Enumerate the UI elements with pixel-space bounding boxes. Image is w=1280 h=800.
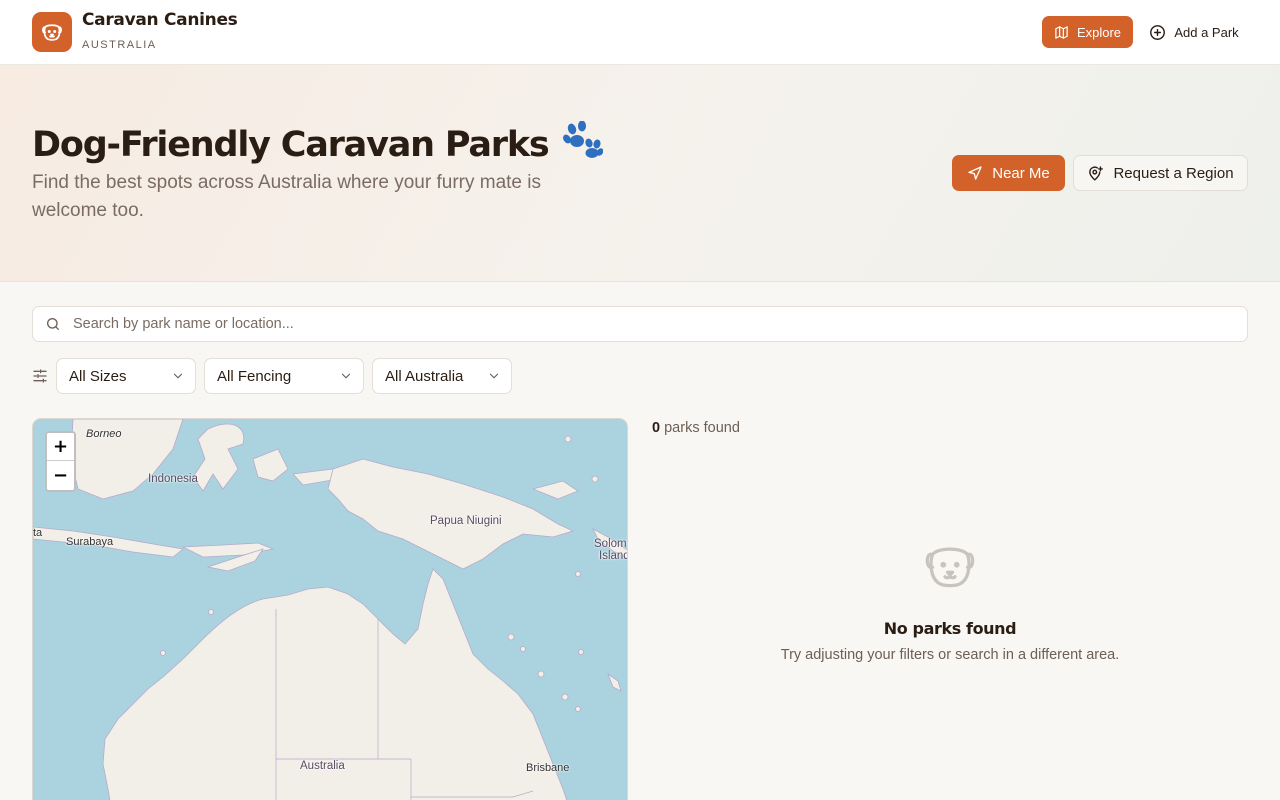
empty-state-subtitle: Try adjusting your filters or search in … — [780, 647, 1120, 663]
near-me-button[interactable]: Near Me — [952, 155, 1065, 191]
app-header: Caravan Canines AUSTRALIA Explore Add a … — [0, 0, 1280, 65]
size-filter-select[interactable]: All Sizes — [56, 358, 196, 394]
results-count-suffix: parks found — [664, 420, 740, 436]
empty-state-title: No parks found — [883, 619, 1017, 638]
request-region-label: Request a Region — [1113, 164, 1234, 182]
paw-icon — [562, 120, 603, 168]
explore-label: Explore — [1076, 24, 1122, 40]
chevron-down-icon — [489, 373, 499, 379]
map-label-surabaya: Surabaya — [66, 536, 114, 548]
hero-section: Dog-Friendly Caravan Parks Find the best… — [0, 65, 1280, 282]
island — [520, 646, 526, 652]
map-label-indonesia: Indonesia — [148, 473, 198, 485]
request-region-button[interactable]: Request a Region — [1073, 155, 1248, 191]
dog-face-icon — [925, 547, 975, 588]
search-icon — [47, 318, 59, 330]
map-label-brisbane: Brisbane — [526, 762, 570, 774]
map-label-solomon-1: Solom — [594, 538, 627, 550]
map-icon — [1055, 25, 1068, 39]
zoom-in-button[interactable]: + — [47, 433, 74, 461]
chevron-down-icon — [173, 373, 183, 379]
island — [575, 706, 581, 712]
island — [208, 609, 214, 615]
map-label-ta: ta — [33, 527, 43, 539]
map-view[interactable]: + − Borneo Indonesia Papua Niugini Surab… — [32, 418, 628, 800]
island — [537, 670, 545, 678]
page-title: Dog-Friendly Caravan Parks — [32, 120, 603, 168]
add-park-label: Add a Park — [1174, 24, 1239, 40]
search-input[interactable] — [73, 308, 1233, 340]
map-tiles[interactable] — [33, 419, 628, 800]
island — [575, 571, 581, 577]
map-label-borneo: Borneo — [86, 428, 122, 440]
island — [561, 693, 569, 701]
logo[interactable] — [32, 12, 72, 52]
near-me-label: Near Me — [992, 164, 1050, 182]
zoom-control: + − — [45, 431, 76, 492]
zoom-out-button[interactable]: − — [47, 462, 74, 490]
region-filter-select[interactable]: All Australia — [372, 358, 512, 394]
island — [564, 435, 572, 443]
chevron-down-icon — [341, 373, 351, 379]
island — [591, 475, 599, 483]
landmass-new-britain — [531, 480, 579, 500]
results-count-number: 0 — [652, 420, 661, 436]
island — [578, 649, 584, 655]
fencing-filter-select[interactable]: All Fencing — [204, 358, 364, 394]
add-park-button[interactable]: Add a Park — [1141, 16, 1247, 48]
explore-button[interactable]: Explore — [1042, 16, 1133, 48]
sliders-icon — [33, 369, 47, 383]
page-subtitle: Find the best spots across Australia whe… — [32, 172, 541, 221]
fencing-filter-value: All Fencing — [217, 368, 292, 385]
brand-subtitle: AUSTRALIA — [82, 39, 157, 51]
navigation-icon — [968, 166, 982, 180]
map-pin-plus-icon — [1089, 165, 1104, 181]
region-filter-value: All Australia — [385, 368, 464, 385]
map-label-papua: Papua Niugini — [430, 515, 502, 527]
landmass-maluku — [252, 448, 289, 482]
island — [507, 633, 515, 641]
search-bar — [32, 306, 1248, 342]
island — [160, 650, 166, 656]
dog-face-icon — [42, 24, 62, 41]
size-filter-value: All Sizes — [69, 368, 127, 385]
page-title-text: Dog-Friendly Caravan Parks — [32, 124, 550, 165]
landmass-new-guinea — [327, 458, 575, 570]
map-label-australia: Australia — [300, 760, 345, 772]
map-label-solomon-2: Island — [599, 550, 628, 562]
brand-name[interactable]: Caravan Canines — [82, 10, 238, 30]
results-count: 0 parks found — [652, 420, 740, 436]
plus-circle-icon — [1150, 24, 1166, 40]
island-new-caledonia — [607, 672, 622, 692]
landmass-sulawesi — [192, 423, 245, 492]
